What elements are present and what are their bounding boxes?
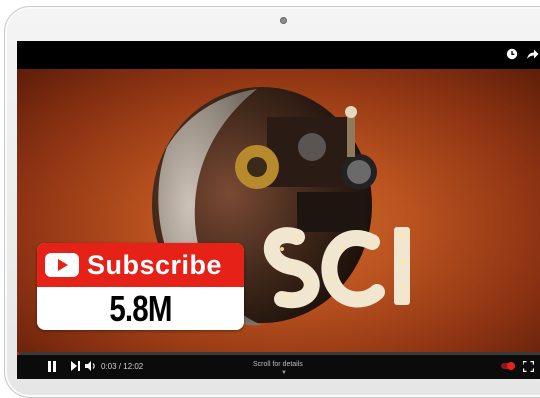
time-display: 0:03 / 12:02 — [101, 362, 144, 371]
share-icon[interactable] — [525, 48, 539, 62]
subscriber-count: 5.8M — [109, 288, 172, 329]
volume-icon[interactable] — [85, 361, 97, 374]
progress-bar-fill — [17, 352, 20, 355]
scroll-for-details-hint[interactable]: Scroll for details — [253, 361, 303, 368]
laptop-frame: 0:03 / 12:02 Scroll for details ▼ — [4, 6, 540, 398]
clock-icon[interactable] — [505, 48, 519, 62]
webcam — [280, 17, 287, 24]
autoplay-toggle-icon[interactable] — [501, 361, 515, 374]
subscribe-badge[interactable]: Subscribe 5.8M — [37, 243, 244, 330]
chevron-down-icon[interactable]: ▼ — [281, 370, 287, 376]
player-controls: 0:03 / 12:02 Scroll for details ▼ — [17, 352, 540, 379]
play-triangle-icon — [58, 259, 68, 271]
subscribe-header: Subscribe — [37, 243, 244, 287]
player-top-bar — [17, 41, 540, 69]
subscribe-label: Subscribe — [87, 250, 223, 280]
fullscreen-icon[interactable] — [522, 360, 535, 375]
next-icon[interactable] — [71, 361, 81, 374]
youtube-logo-icon — [45, 253, 79, 277]
pause-icon[interactable] — [47, 361, 57, 375]
progress-bar[interactable] — [17, 352, 540, 355]
